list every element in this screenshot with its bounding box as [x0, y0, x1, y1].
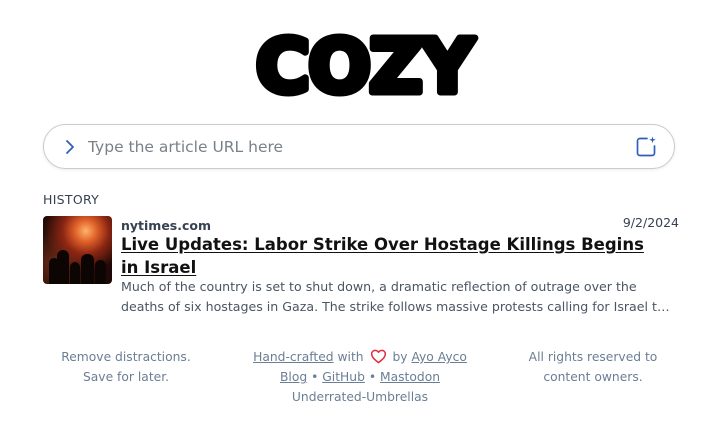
blog-link[interactable]: Blog — [280, 370, 307, 384]
chevron-right-icon — [66, 139, 74, 154]
org-name: Underrated-Umbrellas — [291, 390, 429, 404]
svg-text:COZY: COZY — [255, 26, 475, 106]
mastodon-link[interactable]: Mastodon — [380, 370, 440, 384]
tagline-line-2: Save for later. — [82, 370, 170, 384]
history-heading: HISTORY — [43, 192, 100, 207]
article-url-input[interactable] — [86, 136, 634, 157]
article-domain: nytimes.com — [121, 218, 212, 233]
heart-icon — [370, 349, 386, 364]
app-logo: COZY — [0, 26, 727, 106]
article-meta: nytimes.com 9/2/2024 — [121, 215, 679, 234]
footer-tagline: Remove distractions. Save for later. — [56, 347, 196, 387]
rights-line-1: All rights reserved to — [528, 350, 658, 364]
footer-credits: Hand-crafted with by Ayo Ayco Blog • Git… — [225, 347, 495, 407]
url-search-bar — [43, 124, 675, 169]
add-square-sparkle-icon[interactable] — [634, 135, 658, 159]
article-date: 9/2/2024 — [622, 215, 679, 230]
article-excerpt: Much of the country is set to shut down,… — [121, 279, 665, 314]
separator: • — [311, 370, 319, 384]
footer-rights: All rights reserved to content owners. — [523, 347, 663, 387]
article-thumbnail[interactable] — [43, 216, 112, 284]
author-link[interactable]: Ayo Ayco — [411, 350, 466, 364]
hand-crafted-link[interactable]: Hand-crafted — [253, 350, 333, 364]
with-text: with — [337, 350, 364, 364]
github-link[interactable]: GitHub — [322, 370, 365, 384]
cozy-logo-wordmark: COZY — [252, 26, 481, 106]
by-text: by — [392, 350, 408, 364]
separator: • — [368, 370, 377, 384]
rights-line-2: content owners. — [543, 370, 643, 384]
tagline-line-1: Remove distractions. — [61, 350, 191, 364]
article-title-link[interactable]: Live Updates: Labor Strike Over Hostage … — [121, 233, 661, 279]
